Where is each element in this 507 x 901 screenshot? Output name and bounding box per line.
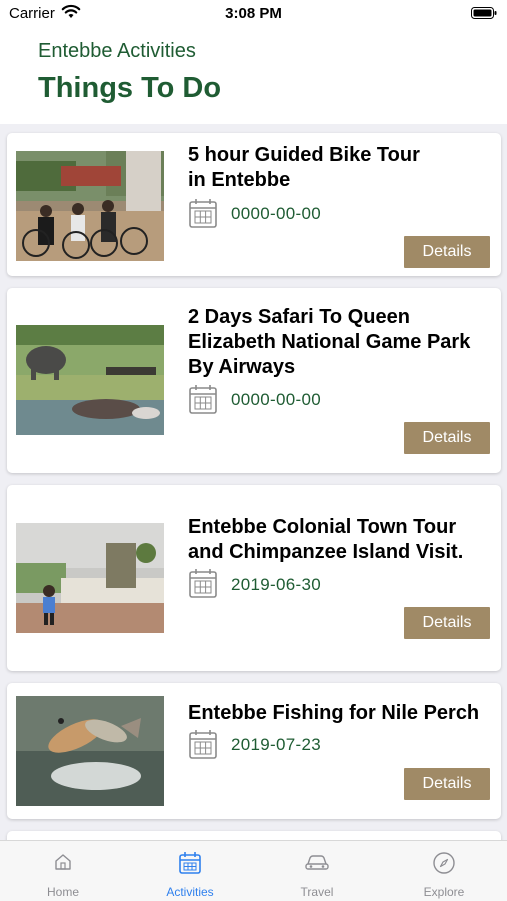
activity-card[interactable]: 5 hour Guided Bike Tour in Entebbe 0000-… bbox=[7, 133, 501, 276]
tab-explore[interactable]: Explore bbox=[381, 841, 507, 901]
car-icon bbox=[305, 855, 329, 870]
tab-label: Explore bbox=[423, 885, 465, 899]
colonial-tour-photo bbox=[16, 523, 164, 633]
activity-title: 2 Days Safari To Queen Elizabeth Nationa… bbox=[188, 306, 471, 378]
tab-label: Home bbox=[46, 885, 79, 899]
home-icon bbox=[55, 854, 71, 870]
status-time: 3:08 PM bbox=[225, 5, 282, 22]
calendar-icon bbox=[189, 730, 217, 759]
activity-date: 0000-00-00 bbox=[231, 204, 321, 223]
tab-bar: Home Activities Travel Explore bbox=[0, 840, 507, 901]
bike-tour-photo bbox=[16, 151, 164, 261]
calendar-icon bbox=[189, 199, 217, 228]
page-subtitle: Entebbe Activities bbox=[38, 40, 196, 62]
calendar-icon bbox=[189, 385, 217, 414]
details-button[interactable]: Details bbox=[404, 422, 490, 454]
activities-list[interactable]: 5 hour Guided Bike Tour in Entebbe 0000-… bbox=[0, 124, 507, 840]
activity-title: 5 hour Guided Bike Tour in Entebbe bbox=[188, 144, 420, 191]
details-button[interactable]: Details bbox=[404, 768, 490, 800]
fishing-photo bbox=[16, 696, 164, 806]
activity-card[interactable] bbox=[7, 831, 501, 840]
activity-date: 2019-07-23 bbox=[231, 735, 321, 754]
battery-icon bbox=[471, 7, 497, 19]
activity-card[interactable]: 2 Days Safari To Queen Elizabeth Nationa… bbox=[7, 288, 501, 473]
details-button[interactable]: Details bbox=[404, 236, 490, 268]
tab-label: Travel bbox=[300, 885, 334, 899]
activity-card[interactable]: Entebbe Fishing for Nile Perch 2019-07-2… bbox=[7, 683, 501, 819]
activity-card[interactable]: Entebbe Colonial Town Tour and Chimpanze… bbox=[7, 485, 501, 671]
safari-photo bbox=[16, 325, 164, 435]
page-title: Things To Do bbox=[38, 72, 222, 104]
activity-title: Entebbe Colonial Town Tour and Chimpanze… bbox=[188, 516, 464, 563]
activity-date: 0000-00-00 bbox=[231, 390, 321, 409]
tab-home[interactable]: Home bbox=[0, 841, 126, 901]
activity-date: 2019-06-30 bbox=[231, 575, 321, 594]
tab-label: Activities bbox=[166, 885, 214, 899]
compass-icon bbox=[433, 852, 455, 874]
status-bar: Carrier 3:08 PM bbox=[0, 0, 507, 30]
calendar-icon bbox=[179, 852, 201, 874]
details-button[interactable]: Details bbox=[404, 607, 490, 639]
tab-travel[interactable]: Travel bbox=[254, 841, 380, 901]
calendar-icon bbox=[189, 569, 217, 598]
activity-title: Entebbe Fishing for Nile Perch bbox=[188, 702, 480, 724]
tab-activities[interactable]: Activities bbox=[127, 841, 253, 901]
